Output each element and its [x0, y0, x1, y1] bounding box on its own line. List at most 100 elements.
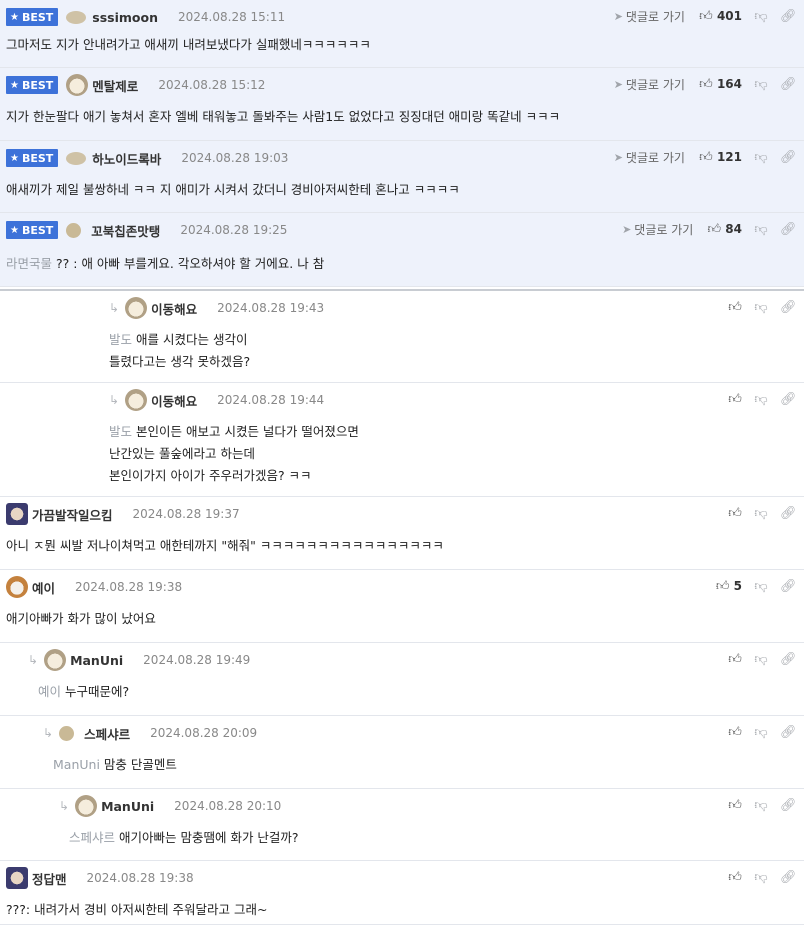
avatar[interactable]: [59, 725, 75, 741]
upvote-button[interactable]: 👍︎ 164: [699, 77, 742, 92]
author-name[interactable]: ManUni: [101, 799, 154, 814]
mention-tag[interactable]: 발도: [109, 332, 132, 347]
comment-body: 발도 애를 시켰다는 생각이틀렸다고는 생각 못하겠음?: [109, 329, 250, 373]
best-badge: ★ BEST: [6, 149, 59, 167]
thumbs-down-icon[interactable]: 👎︎: [754, 392, 768, 407]
comment-body: ???: 내려가서 경비 아저씨한테 주워달라고 그래~: [6, 899, 267, 921]
comment-body: 지가 한눈팔다 애기 놓쳐서 혼자 엘베 태워놓고 돌봐주는 사람1도 없었다고…: [6, 106, 560, 128]
comment-line: 틀렸다고는 생각 못하겠음?: [109, 351, 250, 373]
mention-tag[interactable]: 발도: [109, 424, 132, 439]
upvote-button[interactable]: 👍︎: [728, 652, 742, 667]
link-icon[interactable]: 🔗︎: [780, 725, 797, 740]
upvote-button[interactable]: 👍︎ 401: [699, 9, 742, 24]
avatar[interactable]: [75, 795, 98, 817]
avatar[interactable]: [125, 389, 148, 411]
comment-actions: ➤ 댓글로 가기 👍︎ 164 👎︎ 🔗︎: [614, 74, 797, 94]
link-icon[interactable]: 🔗︎: [780, 870, 797, 885]
author-name[interactable]: 정답맨: [32, 869, 67, 888]
reply-arrow-icon: ↳: [28, 653, 39, 667]
upvote-button[interactable]: 👍︎: [728, 300, 742, 315]
comment-date: 2024.08.28 20:10: [174, 799, 282, 813]
comment-body: 애기아빠가 화가 많이 났어요: [6, 608, 156, 630]
comment-header: ★ BEST sssimoon 2024.08.28 15:11: [6, 6, 285, 28]
comment-body: 아니 ㅈ뭔 씨발 저나이쳐먹고 애한테까지 "해줘" ㅋㅋㅋㅋㅋㅋㅋㅋㅋㅋㅋㅋㅋ…: [6, 535, 444, 557]
thumbs-down-icon[interactable]: 👎︎: [754, 798, 768, 813]
link-icon[interactable]: 🔗︎: [780, 77, 797, 92]
comment-body: ManUni 맘충 단골멘트: [53, 754, 177, 776]
comment-date: 2024.08.28 19:38: [75, 580, 183, 594]
link-icon[interactable]: 🔗︎: [780, 222, 797, 237]
link-icon[interactable]: 🔗︎: [780, 392, 797, 407]
thumbs-down-icon[interactable]: 👎︎: [754, 9, 768, 24]
thumbs-up-icon: 👍︎: [728, 724, 742, 740]
thumbs-down-icon[interactable]: 👎︎: [754, 150, 768, 165]
reply-item: ↳ 스페샤르 2024.08.28 20:09 👍︎ 👎︎ 🔗︎ ManUni 맘충 단골멘트: [0, 716, 804, 789]
author-name[interactable]: 멘탈제로: [92, 76, 138, 95]
upvote-button[interactable]: 👍︎: [728, 870, 742, 885]
thumbs-down-icon[interactable]: 👎︎: [754, 725, 768, 740]
comment-date: 2024.08.28 19:38: [86, 871, 194, 885]
link-icon[interactable]: 🔗︎: [780, 798, 797, 813]
thumbs-down-icon[interactable]: 👎︎: [754, 579, 768, 594]
comment-header: 예이 2024.08.28 19:38: [6, 576, 182, 598]
avatar[interactable]: [125, 297, 148, 319]
comment-text: 애를 시켰다는 생각이: [136, 332, 248, 347]
upvote-button[interactable]: 👍︎: [728, 506, 742, 521]
link-icon[interactable]: 🔗︎: [780, 150, 797, 165]
thumbs-up-icon: 👍︎: [728, 299, 742, 315]
thumbs-down-icon[interactable]: 👎︎: [754, 652, 768, 667]
author-name[interactable]: 이동해요: [151, 299, 197, 318]
link-icon[interactable]: 🔗︎: [780, 300, 797, 315]
comment-header: ↳ ManUni 2024.08.28 19:49: [28, 649, 250, 671]
thumbs-up-icon: 👍︎: [728, 505, 742, 521]
upvote-button[interactable]: 👍︎: [728, 798, 742, 813]
upvote-button[interactable]: 👍︎ 5: [716, 579, 742, 594]
mention-tag[interactable]: 라면국물: [6, 256, 52, 271]
thumbs-up-icon: 👍︎: [728, 797, 742, 813]
author-name[interactable]: sssimoon: [92, 10, 158, 25]
thumbs-down-icon[interactable]: 👎︎: [754, 222, 768, 237]
avatar[interactable]: [6, 576, 28, 598]
author-name[interactable]: 가끔발작일으킴: [32, 505, 113, 524]
comment-actions: 👍︎ 👎︎ 🔗︎: [728, 389, 797, 409]
goto-comment-link[interactable]: ➤ 댓글로 가기: [614, 149, 685, 166]
upvote-button[interactable]: 👍︎: [728, 392, 742, 407]
author-name[interactable]: 예이: [32, 578, 55, 597]
goto-comment-link[interactable]: ➤ 댓글로 가기: [614, 8, 685, 25]
comment-actions: ➤ 댓글로 가기 👍︎ 401 👎︎ 🔗︎: [614, 6, 797, 26]
link-icon[interactable]: 🔗︎: [780, 9, 797, 24]
avatar[interactable]: [66, 151, 87, 165]
thumbs-down-icon[interactable]: 👎︎: [754, 506, 768, 521]
mention-tag[interactable]: ManUni: [53, 757, 100, 772]
mention-tag[interactable]: 스페샤르: [69, 830, 115, 845]
upvote-button[interactable]: 👍︎ 121: [699, 150, 742, 165]
author-name[interactable]: 이동해요: [151, 391, 197, 410]
comment-body: 그마저도 지가 안내려가고 애새끼 내려보냈다가 실패했네ㅋㅋㅋㅋㅋㅋ: [6, 34, 371, 56]
avatar[interactable]: [66, 74, 89, 96]
upvote-button[interactable]: 👍︎: [728, 725, 742, 740]
reply-item: ↳ 이동해요 2024.08.28 19:44 👍︎ 👎︎ 🔗︎ 발도 본인이든 애보고 시켰…: [0, 383, 804, 497]
author-name[interactable]: 스페샤르: [84, 724, 130, 743]
avatar[interactable]: [6, 867, 28, 889]
link-icon[interactable]: 🔗︎: [780, 579, 797, 594]
avatar[interactable]: [66, 10, 87, 24]
upvote-button[interactable]: 👍︎ 84: [707, 221, 743, 237]
goto-comment-link[interactable]: ➤ 댓글로 가기: [622, 221, 693, 238]
thumbs-down-icon[interactable]: 👎︎: [754, 300, 768, 315]
thumbs-down-icon[interactable]: 👎︎: [754, 870, 768, 885]
author-name[interactable]: ManUni: [70, 653, 123, 668]
mention-tag[interactable]: 예이: [38, 684, 61, 699]
comment-actions: 👍︎ 👎︎ 🔗︎: [728, 649, 797, 669]
thumbs-up-icon: 👍︎: [707, 221, 722, 237]
link-icon[interactable]: 🔗︎: [780, 652, 797, 667]
link-icon[interactable]: 🔗︎: [780, 506, 797, 521]
avatar[interactable]: [44, 649, 67, 671]
avatar[interactable]: [66, 222, 82, 238]
author-name[interactable]: 하노이드록바: [92, 149, 161, 168]
thumbs-down-icon[interactable]: 👎︎: [754, 77, 768, 92]
author-name[interactable]: 꼬북칩존맛탱: [91, 221, 160, 240]
avatar[interactable]: [6, 503, 28, 525]
comment-date: 2024.08.28 20:09: [150, 726, 258, 740]
comment-text: 지가 한눈팔다 애기 놓쳐서 혼자 엘베 태워놓고 돌봐주는 사람1도 없었다고…: [6, 109, 561, 124]
goto-comment-link[interactable]: ➤ 댓글로 가기: [614, 76, 685, 93]
